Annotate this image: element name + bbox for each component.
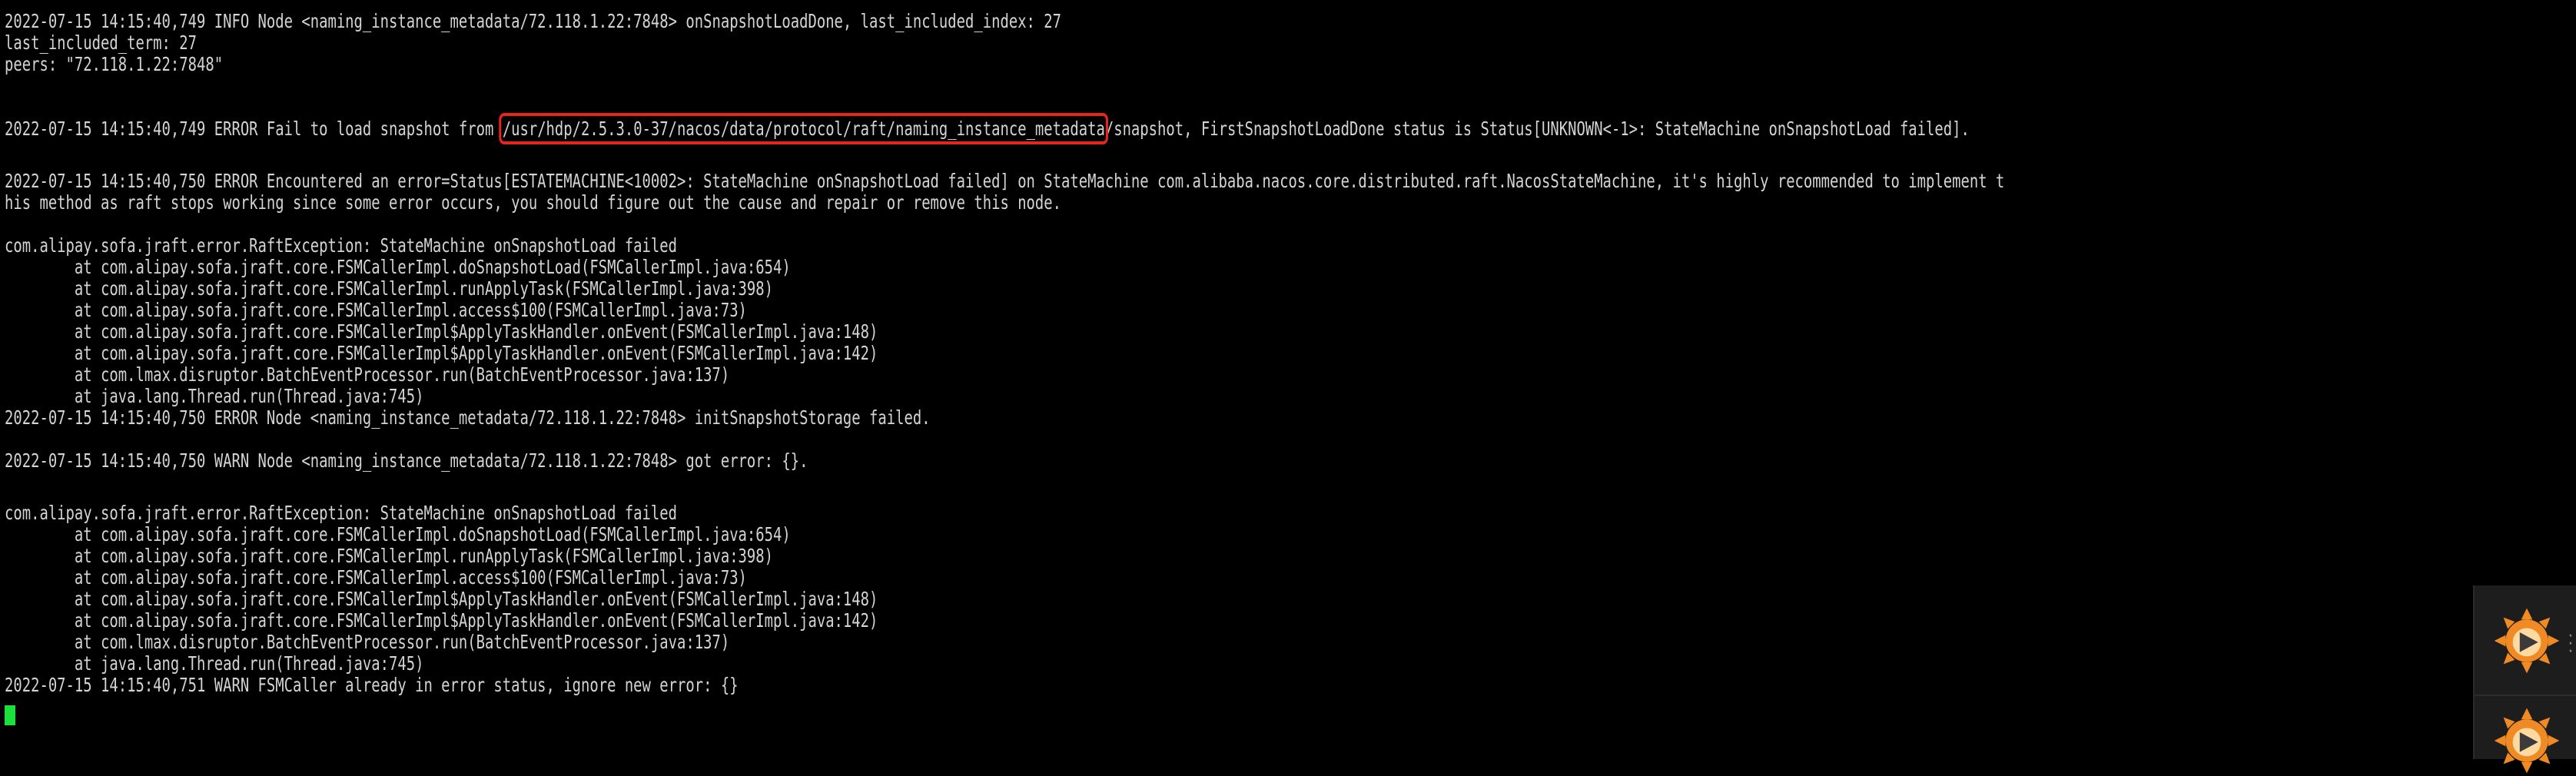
stack-trace-exception: com.alipay.sofa.jraft.error.RaftExceptio… xyxy=(5,234,678,257)
stack-trace-line: at com.alipay.sofa.jraft.core.FSMCallerI… xyxy=(5,299,747,321)
stack-trace-line: at com.lmax.disruptor.BatchEventProcesso… xyxy=(5,363,730,386)
stack-trace-line: at com.alipay.sofa.jraft.core.FSMCallerI… xyxy=(5,609,878,632)
log-line: last_included_term: 27 xyxy=(5,32,198,54)
stack-trace-line: at com.alipay.sofa.jraft.core.FSMCallerI… xyxy=(5,566,747,589)
stack-trace-line: at com.alipay.sofa.jraft.core.FSMCallerI… xyxy=(5,277,774,300)
stack-trace-line: at com.alipay.sofa.jraft.core.FSMCallerI… xyxy=(5,588,878,610)
terminal-cursor xyxy=(5,705,15,725)
log-line: 2022-07-15 14:15:40,751 WARN FSMCaller a… xyxy=(5,674,739,696)
log-line: peers: "72.118.1.22:7848" xyxy=(5,53,224,75)
stack-trace-line: at com.alipay.sofa.jraft.core.FSMCallerI… xyxy=(5,545,774,567)
stack-trace-exception: com.alipay.sofa.jraft.error.RaftExceptio… xyxy=(5,502,678,524)
mascot-icon[interactable] xyxy=(2491,705,2562,776)
stack-trace-line: at com.alipay.sofa.jraft.core.FSMCallerI… xyxy=(5,256,791,278)
more-vertical-icon[interactable]: · · · xyxy=(2564,628,2576,664)
mascot-icon[interactable] xyxy=(2491,605,2562,676)
log-line: 2022-07-15 14:15:40,750 WARN Node <namin… xyxy=(5,449,808,472)
error-line-prefix: 2022-07-15 14:15:40,749 ERROR Fail to lo… xyxy=(5,118,503,140)
highlighted-snapshot-path: /usr/hdp/2.5.3.0-37/nacos/data/protocol/… xyxy=(499,113,1109,144)
terminal-window[interactable]: 2022-07-15 14:15:40,749 INFO Node <namin… xyxy=(0,0,2576,759)
stack-trace-line: at com.alipay.sofa.jraft.core.FSMCallerI… xyxy=(5,320,878,343)
widget-divider xyxy=(2475,695,2576,696)
log-line: his method as raft stops working since s… xyxy=(5,191,1062,214)
log-line: 2022-07-15 14:15:40,750 ERROR Node <nami… xyxy=(5,406,931,429)
stack-trace-line: at com.alipay.sofa.jraft.core.FSMCallerI… xyxy=(5,342,878,364)
log-line: 2022-07-15 14:15:40,749 INFO Node <namin… xyxy=(5,10,1062,32)
stack-trace-line: at java.lang.Thread.run(Thread.java:745) xyxy=(5,385,424,407)
error-log-line: 2022-07-15 14:15:40,749 ERROR Fail to lo… xyxy=(5,113,1970,144)
stack-trace-line: at com.alipay.sofa.jraft.core.FSMCallerI… xyxy=(5,523,791,546)
error-line-suffix: /snapshot, FirstSnapshotLoadDone status … xyxy=(1104,118,1970,140)
assistant-widget[interactable]: · · · xyxy=(2473,585,2576,774)
log-line: 2022-07-15 14:15:40,750 ERROR Encountere… xyxy=(5,170,2005,192)
stack-trace-line: at com.lmax.disruptor.BatchEventProcesso… xyxy=(5,631,730,653)
stack-trace-line: at java.lang.Thread.run(Thread.java:745) xyxy=(5,652,424,675)
